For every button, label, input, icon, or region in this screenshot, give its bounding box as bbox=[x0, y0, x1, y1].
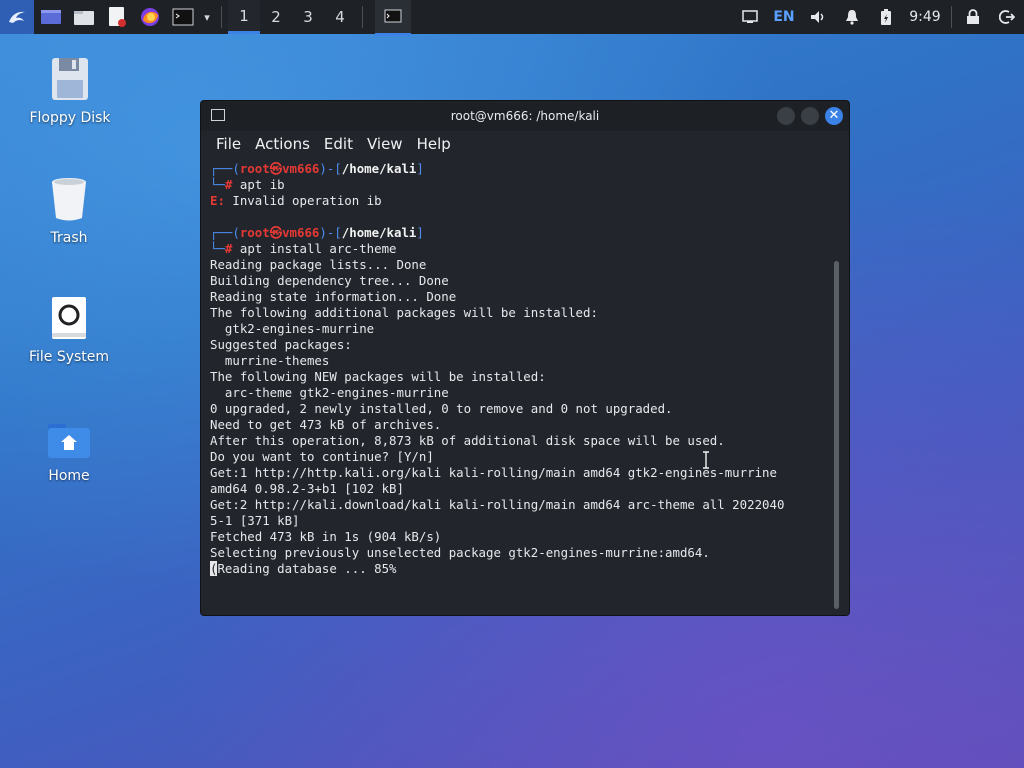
bell-icon[interactable] bbox=[835, 0, 869, 34]
text-editor-icon[interactable] bbox=[100, 0, 133, 34]
clock[interactable]: 9:49 bbox=[903, 0, 947, 34]
panel-separator bbox=[362, 6, 363, 28]
output-line: amd64 0.98.2-3+b1 [102 kB] bbox=[210, 481, 404, 496]
mouse-cursor-icon bbox=[702, 451, 710, 469]
desktop-item-floppy-disk[interactable]: Floppy Disk bbox=[15, 56, 125, 126]
desktop-item-label: Home bbox=[48, 468, 90, 484]
menu-actions[interactable]: Actions bbox=[255, 135, 310, 153]
menu-file[interactable]: File bbox=[216, 135, 241, 153]
output-line: 5-1 [371 kB] bbox=[210, 513, 300, 528]
drive-icon bbox=[14, 295, 124, 345]
output-line: Building dependency tree... Done bbox=[210, 273, 449, 288]
title-bar[interactable]: root@vm666: /home/kali ✕ bbox=[201, 101, 849, 131]
firefox-icon[interactable] bbox=[133, 0, 166, 34]
desktop-item-file-system[interactable]: File System bbox=[14, 295, 124, 365]
keyboard-layout[interactable]: EN bbox=[767, 0, 801, 34]
workspace-1[interactable]: 1 bbox=[228, 0, 260, 34]
output-line: The following additional packages will b… bbox=[210, 305, 598, 320]
desktop-item-label: Trash bbox=[50, 230, 88, 246]
floppy-icon bbox=[15, 56, 125, 106]
close-button[interactable]: ✕ bbox=[825, 107, 843, 125]
output-line: Reading package lists... Done bbox=[210, 257, 427, 272]
desktop-icon[interactable] bbox=[34, 0, 67, 34]
output-line: After this operation, 8,873 kB of additi… bbox=[210, 433, 725, 448]
desktop-item-trash[interactable]: Trash bbox=[14, 176, 124, 246]
output-line: gtk2-engines-murrine bbox=[210, 321, 375, 336]
close-icon: ✕ bbox=[828, 108, 840, 123]
terminal-output[interactable]: ┌──(root㉿vm666)-[/home/kali] └─# apt ib E:… bbox=[201, 159, 849, 615]
prompt-line: ┌──(root㉿vm666)-[/home/kali] bbox=[210, 225, 424, 240]
desktop-item-label: Floppy Disk bbox=[29, 110, 111, 126]
menu-edit[interactable]: Edit bbox=[324, 135, 353, 153]
output-line: The following NEW packages will be insta… bbox=[210, 369, 546, 384]
output-line: arc-theme gtk2-engines-murrine bbox=[210, 385, 449, 400]
scrollbar[interactable] bbox=[834, 261, 839, 609]
window-title: root@vm666: /home/kali bbox=[450, 109, 600, 123]
error-line: E: Invalid operation ib bbox=[210, 193, 382, 208]
output-line: (Reading database ... 85% bbox=[210, 561, 397, 576]
lock-icon[interactable] bbox=[956, 0, 990, 34]
terminal-window[interactable]: root@vm666: /home/kali ✕ File Actions Ed… bbox=[200, 100, 850, 616]
output-line: Do you want to continue? [Y/n] bbox=[210, 449, 434, 464]
workspace-3[interactable]: 3 bbox=[292, 0, 324, 34]
volume-icon[interactable] bbox=[801, 0, 835, 34]
trash-icon bbox=[14, 176, 124, 226]
panel-separator bbox=[951, 6, 952, 28]
output-line: murrine-themes bbox=[210, 353, 330, 368]
minimize-button[interactable] bbox=[777, 107, 795, 125]
logout-icon[interactable] bbox=[990, 0, 1024, 34]
menu-bar: File Actions Edit View Help bbox=[201, 131, 849, 157]
desktop-item-home[interactable]: Home bbox=[14, 420, 124, 484]
system-tray: EN 9:49 bbox=[733, 0, 1024, 34]
menu-view[interactable]: View bbox=[367, 135, 403, 153]
display-icon[interactable] bbox=[733, 0, 767, 34]
output-line: Get:1 http://http.kali.org/kali kali-rol… bbox=[210, 465, 777, 480]
menu-help[interactable]: Help bbox=[417, 135, 451, 153]
panel-separator bbox=[221, 6, 222, 28]
files-icon[interactable] bbox=[67, 0, 100, 34]
output-line: 0 upgraded, 2 newly installed, 0 to remo… bbox=[210, 401, 673, 416]
terminal-icon[interactable] bbox=[166, 0, 199, 34]
output-line: Get:2 http://kali.download/kali kali-rol… bbox=[210, 497, 785, 512]
output-line: Fetched 473 kB in 1s (904 kB/s) bbox=[210, 529, 442, 544]
output-line: Selecting previously unselected package … bbox=[210, 545, 710, 560]
command-line: └─# apt install arc-theme bbox=[210, 241, 397, 256]
output-line: Suggested packages: bbox=[210, 337, 352, 352]
terminal-task-icon[interactable] bbox=[375, 0, 411, 36]
home-folder-icon bbox=[14, 420, 124, 464]
battery-icon[interactable] bbox=[869, 0, 903, 34]
output-line: Need to get 473 kB of archives. bbox=[210, 417, 442, 432]
prompt-line: ┌──(root㉿vm666)-[/home/kali] bbox=[210, 161, 424, 176]
top-panel: ▾ 1 2 3 4 EN 9:49 bbox=[0, 0, 1024, 36]
command-line: └─# apt ib bbox=[210, 177, 285, 192]
workspace-4[interactable]: 4 bbox=[324, 0, 356, 34]
chevron-down-icon[interactable]: ▾ bbox=[199, 0, 215, 34]
desktop-item-label: File System bbox=[28, 349, 110, 365]
output-line: Reading state information... Done bbox=[210, 289, 457, 304]
workspace-2[interactable]: 2 bbox=[260, 0, 292, 34]
maximize-button[interactable] bbox=[801, 107, 819, 125]
kali-menu-icon[interactable] bbox=[0, 0, 34, 34]
